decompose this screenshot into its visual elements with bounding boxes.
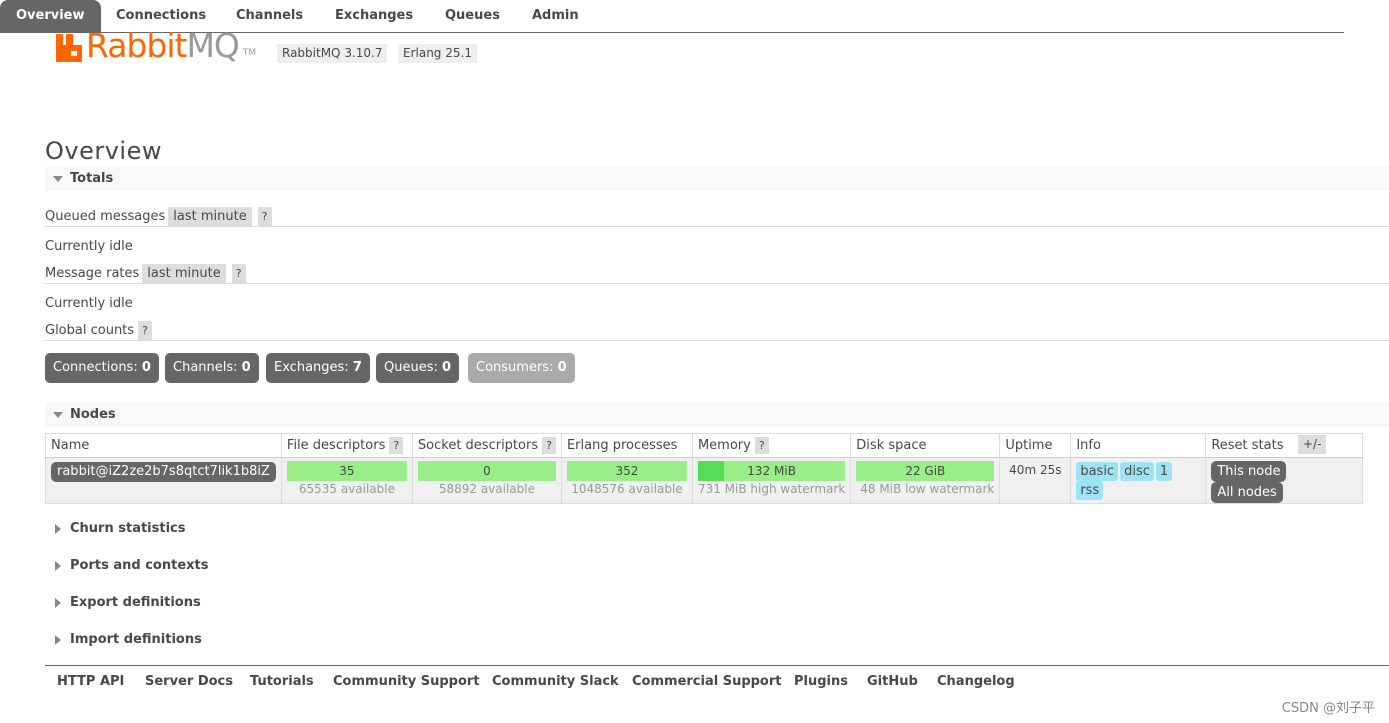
disk-space-bar: 22 GiB: [856, 461, 995, 481]
file-descriptors-available: 65535 available: [298, 482, 395, 496]
triangle-right-icon: [55, 561, 61, 571]
global-counts-row: Global counts?: [45, 321, 152, 340]
help-icon[interactable]: ?: [231, 264, 246, 283]
divider: [45, 226, 1389, 227]
footer-link-server-docs[interactable]: Server Docs: [145, 674, 233, 689]
help-icon[interactable]: ?: [542, 437, 556, 454]
rates-status: Currently idle: [45, 296, 133, 311]
divider: [45, 340, 1389, 341]
help-icon[interactable]: ?: [389, 437, 404, 454]
reset-all-nodes-button[interactable]: All nodes: [1211, 482, 1283, 503]
footer-link-plugins[interactable]: Plugins: [794, 674, 848, 689]
triangle-right-icon: [55, 635, 61, 645]
logo-word-rabbit: Rabbit: [86, 26, 187, 65]
socket-descriptors-bar: 0: [417, 461, 556, 481]
uptime-value: 40m 25s: [999, 457, 1072, 504]
col-erlang-processes: Erlang processes: [560, 433, 693, 458]
tab-admin[interactable]: Admin: [516, 0, 595, 32]
table-header-row: Name File descriptors? Socket descriptor…: [45, 433, 1364, 458]
footer-link-community-slack[interactable]: Community Slack: [492, 674, 619, 689]
columns-toggle-button[interactable]: +/-: [1298, 435, 1327, 454]
totals-section-title: Totals: [70, 171, 114, 186]
nodes-section-toggle[interactable]: Nodes: [45, 402, 1389, 427]
col-info: Info: [1070, 433, 1207, 458]
footer-link-changelog[interactable]: Changelog: [937, 674, 1015, 689]
rates-range-selector[interactable]: last minute: [142, 264, 226, 283]
info-badge: basic: [1076, 462, 1119, 481]
queued-range-selector[interactable]: last minute: [168, 207, 252, 226]
rabbit-logo-icon: [56, 34, 82, 62]
channels-count-button[interactable]: Channels: 0: [165, 353, 259, 383]
ports-contexts-toggle[interactable]: Ports and contexts: [45, 556, 208, 576]
queues-count-button[interactable]: Queues: 0: [376, 353, 460, 383]
memory-bar-fill: [697, 461, 725, 481]
queued-messages-row: Queued messages last minute?: [45, 207, 272, 226]
table-row: rabbit@iZ2ze2b7s8qtct7lik1b8iZ 35 65535 …: [45, 457, 1364, 504]
triangle-right-icon: [55, 524, 61, 534]
connections-count-button[interactable]: Connections: 0: [45, 353, 159, 383]
totals-section-toggle[interactable]: Totals: [45, 166, 1389, 191]
triangle-right-icon: [55, 598, 61, 608]
disk-watermark: 48 MiB low watermark: [860, 482, 995, 496]
nodes-table: Name File descriptors? Socket descriptor…: [45, 433, 1364, 504]
footer-link-community-support[interactable]: Community Support: [333, 674, 480, 689]
file-descriptors-bar: 35: [286, 461, 407, 481]
main-tabs: Overview Connections Channels Exchanges …: [0, 0, 1344, 33]
info-badge: rss: [1076, 481, 1104, 500]
memory-watermark: 731 MiB high watermark: [697, 482, 846, 496]
reset-this-node-button[interactable]: This node: [1211, 461, 1287, 482]
global-counts-label: Global counts: [45, 323, 135, 338]
divider: [45, 283, 1389, 284]
import-definitions-toggle[interactable]: Import definitions: [45, 630, 202, 650]
footer-link-github[interactable]: GitHub: [867, 674, 918, 689]
footer-link-tutorials[interactable]: Tutorials: [250, 674, 314, 689]
page-title: Overview: [45, 137, 162, 165]
logo-tm: TM: [242, 48, 257, 58]
footer-link-http-api[interactable]: HTTP API: [57, 674, 124, 689]
message-rates-label: Message rates: [45, 266, 140, 281]
message-rates-row: Message rates last minute?: [45, 264, 246, 283]
erlang-processes-bar: 352: [566, 461, 687, 481]
col-name: Name: [45, 433, 282, 458]
help-icon[interactable]: ?: [138, 321, 152, 340]
erlang-version: Erlang 25.1: [398, 44, 477, 63]
nodes-section-title: Nodes: [70, 407, 116, 422]
tab-exchanges[interactable]: Exchanges: [319, 0, 429, 32]
footer: HTTP API Server Docs Tutorials Community…: [45, 665, 1389, 699]
exchanges-count-button[interactable]: Exchanges: 7: [266, 353, 370, 383]
tab-connections[interactable]: Connections: [100, 0, 222, 32]
col-uptime: Uptime: [999, 433, 1072, 458]
erlang-processes-available: 1048576 available: [571, 482, 683, 496]
tab-overview[interactable]: Overview: [0, 0, 101, 32]
queued-status: Currently idle: [45, 239, 133, 254]
info-badge: disc: [1120, 462, 1154, 481]
triangle-down-icon: [53, 412, 63, 418]
rabbitmq-version: RabbitMQ 3.10.7: [277, 44, 388, 63]
col-socket-descriptors: Socket descriptors?: [411, 433, 562, 458]
queued-messages-label: Queued messages: [45, 209, 166, 224]
churn-statistics-toggle[interactable]: Churn statistics: [45, 519, 186, 539]
triangle-down-icon: [53, 176, 63, 182]
node-name-link[interactable]: rabbit@iZ2ze2b7s8qtct7lik1b8iZ: [51, 462, 276, 482]
consumers-count-button[interactable]: Consumers: 0: [468, 353, 575, 383]
help-icon[interactable]: ?: [257, 207, 272, 226]
col-memory: Memory?: [691, 433, 852, 458]
tab-queues[interactable]: Queues: [429, 0, 516, 32]
help-icon[interactable]: ?: [754, 437, 769, 454]
col-file-descriptors: File descriptors?: [280, 433, 413, 458]
socket-descriptors-available: 58892 available: [438, 482, 535, 496]
export-definitions-toggle[interactable]: Export definitions: [45, 593, 201, 613]
logo-word-mq: MQ: [186, 26, 239, 65]
footer-link-commercial-support[interactable]: Commercial Support: [632, 674, 782, 689]
memory-bar: 132 MiB: [697, 461, 846, 481]
info-badge: 1: [1155, 462, 1173, 481]
col-disk-space: Disk space: [850, 433, 1001, 458]
tab-channels[interactable]: Channels: [220, 0, 319, 32]
watermark: CSDN @刘子平: [1281, 701, 1375, 716]
col-reset-stats: Reset stats: [1205, 433, 1364, 458]
